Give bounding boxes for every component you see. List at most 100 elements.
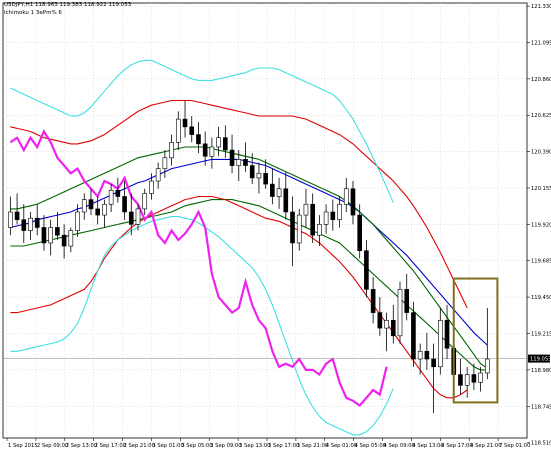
candle-body — [41, 227, 47, 244]
y-tick-label: 118.745 — [531, 404, 551, 410]
candle-body — [263, 172, 268, 185]
candle-body — [478, 372, 483, 383]
candle-body — [202, 143, 208, 157]
candle-body — [397, 289, 403, 337]
x-tick-label: 4 Sep 09:00 — [384, 443, 415, 449]
candle-body — [88, 199, 94, 210]
chart-svg: 121.330 121.095 120.860 120.625 120.390 120.1… — [2, 2, 551, 449]
x-tick-label: 3 Sep 09:00 — [210, 443, 241, 449]
x-tick-label: 7 Sep 01:00 — [499, 443, 530, 449]
candle-body — [317, 224, 322, 236]
candle-body — [223, 137, 228, 151]
candle-body — [330, 211, 336, 221]
y-tick-label: 119.215 — [531, 332, 551, 338]
x-tick-label: 3 Sep 05:00 — [181, 443, 212, 449]
x-tick-label: 2 Sep 09:00 — [37, 443, 68, 449]
x-tick-label: 4 Sep 21:00 — [470, 443, 501, 449]
y-tick-label: 120.390 — [531, 150, 551, 156]
candle-body — [417, 351, 423, 360]
y-tick-label: 120.155 — [531, 186, 551, 192]
y-tick-label: 121.330 — [531, 4, 551, 10]
candle-body — [390, 320, 396, 337]
candle-body — [61, 234, 67, 247]
candle-body — [155, 168, 161, 182]
candle-body — [196, 134, 201, 145]
candle-body — [437, 320, 443, 368]
candle-body — [464, 374, 470, 386]
candle-body — [431, 358, 436, 368]
y-tick-label: 119.450 — [531, 295, 551, 301]
price-chart: USDJPY,H1 118.963 119.383 118.922 119.05… — [0, 0, 551, 460]
indicator-header: Ichimoku 1 3ePm% 6 — [4, 10, 62, 16]
y-tick-label: 120.860 — [531, 77, 551, 83]
candle-body — [95, 208, 101, 216]
x-tick-label: 3 Sep 01:00 — [152, 443, 183, 449]
candle-body — [81, 199, 87, 213]
x-tick-label: 4 Sep 13:00 — [412, 443, 443, 449]
y-tick-label: 119.920 — [531, 222, 551, 228]
candle-body — [142, 193, 148, 210]
candle-body — [55, 227, 60, 236]
candle-body — [350, 188, 356, 216]
candle-body — [135, 208, 141, 225]
candle-body — [485, 358, 490, 374]
candle-body — [471, 374, 477, 383]
y-tick-label: 118.510 — [531, 441, 551, 447]
candle-body — [8, 211, 13, 228]
candle-body — [229, 149, 235, 166]
candle-body — [149, 180, 154, 194]
candle-body — [276, 188, 282, 197]
candle-body — [169, 142, 174, 159]
candle-body — [175, 118, 181, 143]
candle-body — [384, 320, 389, 329]
x-tick-label: 2 Sep 13:00 — [66, 443, 97, 449]
candle-body — [102, 203, 107, 216]
candle-body — [122, 196, 127, 213]
candle-body — [34, 217, 40, 228]
candle-body — [108, 190, 114, 205]
candle-body — [115, 190, 121, 197]
candle-body — [182, 118, 188, 128]
y-tick-label: 119.685 — [531, 259, 551, 265]
x-tick-label: 4 Sep 01:00 — [326, 443, 357, 449]
candle-body — [216, 137, 221, 148]
candle-body — [377, 312, 383, 329]
candle-body — [283, 188, 289, 213]
candle-body — [75, 211, 80, 231]
y-tick-label: 121.095 — [531, 40, 551, 46]
candle-body — [48, 227, 53, 244]
symbol-header: USDJPY,H1 118.963 119.383 118.922 119.05… — [4, 2, 132, 8]
candle-body — [411, 312, 416, 360]
x-tick-label: 4 Sep 17:00 — [441, 443, 472, 449]
y-tick-label: 118.980 — [531, 368, 551, 374]
candle-body — [357, 214, 363, 251]
candle-body — [209, 146, 215, 157]
candle-body — [256, 172, 262, 179]
x-tick-label: 4 Sep 05:00 — [355, 443, 386, 449]
candle-body — [189, 126, 195, 135]
candle-body — [270, 183, 275, 197]
candle-body — [424, 351, 430, 360]
candle-body — [249, 165, 255, 179]
candle-body — [243, 159, 248, 166]
y-tick-label: 120.625 — [531, 113, 551, 119]
candle-body — [290, 211, 295, 244]
candle-body — [343, 188, 349, 205]
current-price-label: 119.053 — [530, 357, 551, 363]
candle-body — [296, 214, 302, 244]
candle-body — [68, 230, 74, 247]
candle-body — [310, 203, 315, 236]
candle-body — [364, 250, 369, 290]
candle-body — [404, 289, 410, 313]
x-tick-label: 3 Sep 13:00 — [239, 443, 270, 449]
x-tick-label: 3 Sep 17:00 — [268, 443, 299, 449]
candle-body — [323, 211, 329, 225]
candle-body — [303, 203, 309, 216]
candle-body — [444, 320, 450, 349]
candle-body — [236, 159, 242, 166]
x-tick-label: 1 Sep 2015 — [8, 443, 38, 449]
x-tick-label: 2 Sep 17:00 — [95, 443, 126, 449]
candle-body — [28, 217, 33, 231]
candle-body — [128, 211, 134, 225]
candle-body — [337, 203, 342, 221]
